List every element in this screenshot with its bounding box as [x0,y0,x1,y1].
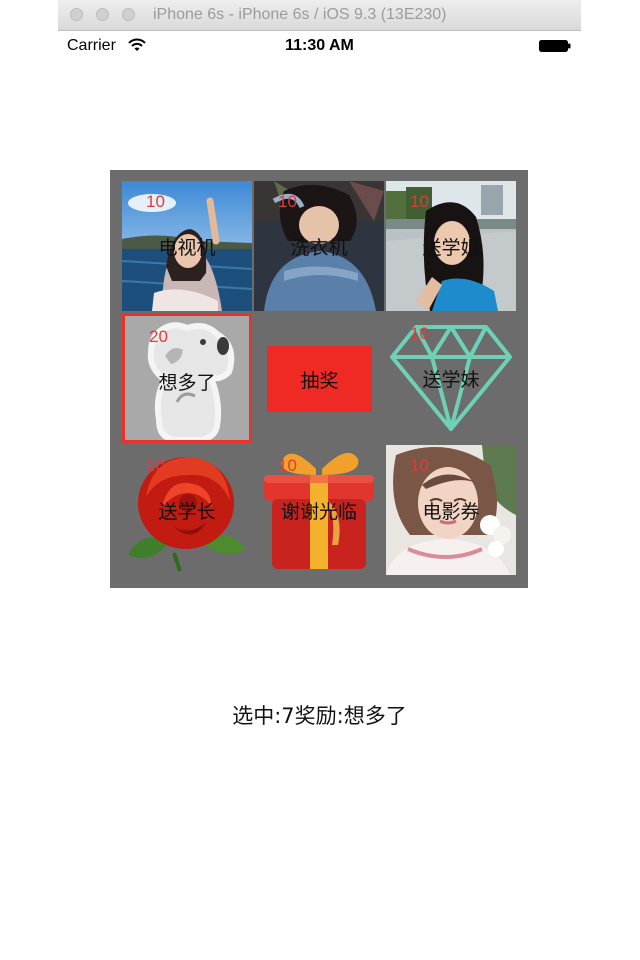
prize-cell-tv[interactable]: 10 电视机 [122,181,252,311]
prize-cell-senior-brother[interactable]: 10 送学长 [122,445,252,575]
prize-label: 送学妹 [422,369,480,391]
prize-count: 10 [146,456,165,475]
status-time: 11:30 AM [285,37,354,54]
prize-count: 20 [149,327,168,346]
draw-button[interactable]: 抽奖 [267,346,372,412]
prize-cell-thanks[interactable]: 10 谢谢光临 [254,445,384,575]
prize-count: 10 [410,192,429,211]
prize-count: 10 [410,456,429,475]
status-bar: Carrier 11:30 AM [58,31,581,59]
prize-label: 谢谢光临 [280,501,357,523]
prize-cell-junior-sister[interactable]: 10 送学妹 [386,313,516,443]
prize-cell-movie-ticket[interactable]: 10 电影券 [386,445,516,575]
window-title: iPhone 6s - iPhone 6s / iOS 9.3 (13E230) [153,6,447,23]
prize-label: 送学长 [158,501,216,523]
prize-label: 电影券 [422,501,480,523]
minimize-window-button[interactable] [96,8,109,21]
prize-cell-senior-sister[interactable]: 10 送学姐 [386,181,516,311]
prize-label: 电视机 [158,237,216,259]
prize-count: 10 [410,324,429,343]
device-screen: Carrier 11:30 AM 10 电视机 10 洗衣机 10 送学姐 20… [58,31,581,960]
close-window-button[interactable] [70,8,83,21]
result-label: 选中:7奖励:想多了 [232,704,407,728]
prize-count: 10 [278,456,297,475]
prize-count: 10 [146,192,165,211]
prize-count: 10 [278,192,297,211]
prize-label: 想多了 [158,372,216,394]
prize-cell-washing-machine[interactable]: 10 洗衣机 [254,181,384,311]
prize-label: 洗衣机 [290,237,348,259]
simulator-title-bar: iPhone 6s - iPhone 6s / iOS 9.3 (13E230) [58,0,581,31]
prize-label: 送学姐 [422,237,480,259]
prize-cell-overthinking[interactable]: 20 想多了 [122,313,252,443]
zoom-window-button[interactable] [122,8,135,21]
battery-icon [539,40,571,52]
lottery-board: 10 电视机 10 洗衣机 10 送学姐 20 想多了 抽奖 10 送学妹 10… [110,170,528,588]
